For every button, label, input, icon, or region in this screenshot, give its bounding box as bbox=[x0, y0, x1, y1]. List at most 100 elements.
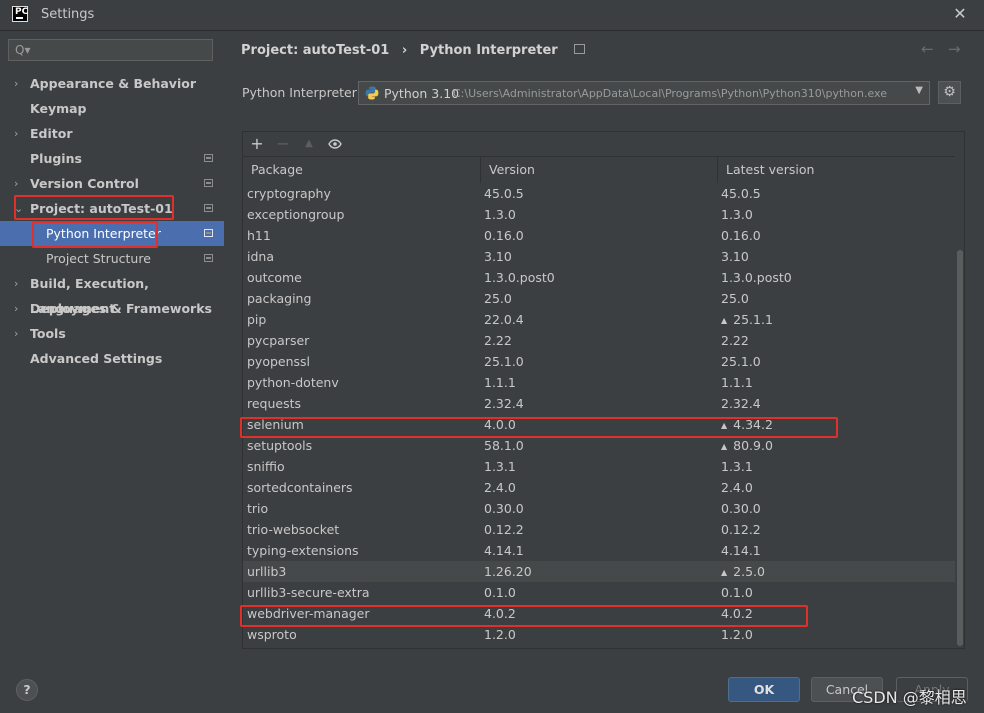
package-name-cell: sniffio bbox=[247, 459, 285, 474]
sidebar-item-label: Editor bbox=[30, 126, 73, 141]
table-row[interactable]: outcome 1.3.0.post0 1.3.0.post0 bbox=[243, 267, 955, 288]
sidebar-item-label: Version Control bbox=[30, 176, 139, 191]
help-button[interactable]: ? bbox=[16, 679, 38, 701]
chevron-right-icon: › bbox=[14, 127, 19, 140]
search-icon: Q▾ bbox=[15, 43, 31, 57]
latest-version-text: 4.0.2 bbox=[721, 606, 753, 621]
table-row[interactable]: urllib3 1.26.20 ▲ 2.5.0 bbox=[243, 561, 955, 582]
table-row[interactable]: pycparser 2.22 2.22 bbox=[243, 330, 955, 351]
version-cell: 4.0.2 bbox=[484, 606, 516, 621]
table-row[interactable]: exceptiongroup 1.3.0 1.3.0 bbox=[243, 204, 955, 225]
table-row[interactable]: urllib3-secure-extra 0.1.0 0.1.0 bbox=[243, 582, 955, 603]
sidebar-item-plugins[interactable]: Plugins bbox=[0, 146, 224, 171]
sidebar-item-python-interpreter[interactable]: Python Interpreter bbox=[0, 221, 224, 246]
chevron-right-icon: › bbox=[14, 277, 19, 290]
sidebar-item-version-control[interactable]: › Version Control bbox=[0, 171, 224, 196]
version-cell: 45.0.5 bbox=[484, 186, 524, 201]
python-logo-icon bbox=[365, 86, 379, 100]
table-row[interactable]: typing-extensions 4.14.1 4.14.1 bbox=[243, 540, 955, 561]
scrollbar-thumb[interactable] bbox=[957, 250, 963, 646]
version-cell: 1.3.0.post0 bbox=[484, 270, 555, 285]
sidebar-item-project[interactable]: ⌄ Project: autoTest-01 bbox=[0, 196, 224, 221]
sidebar-item-project-structure[interactable]: Project Structure bbox=[0, 246, 224, 271]
version-cell: 22.0.4 bbox=[484, 312, 524, 327]
column-header-latest-version[interactable]: Latest version bbox=[718, 157, 955, 183]
close-icon[interactable]: ✕ bbox=[950, 4, 970, 24]
table-header: Package Version Latest version bbox=[243, 156, 955, 184]
column-header-version[interactable]: Version bbox=[481, 157, 718, 183]
latest-version-cell: 1.3.0 bbox=[721, 204, 753, 225]
vertical-scrollbar[interactable] bbox=[956, 183, 964, 648]
latest-version-cell: 4.0.2 bbox=[721, 603, 753, 624]
latest-version-cell: 3.10 bbox=[721, 246, 749, 267]
interpreter-dropdown[interactable]: Python 3.10 C:\Users\Administrator\AppDa… bbox=[358, 81, 930, 105]
table-row[interactable]: pip 22.0.4 ▲ 25.1.1 bbox=[243, 309, 955, 330]
sidebar-item-label: Project Structure bbox=[46, 251, 151, 266]
table-row[interactable]: idna 3.10 3.10 bbox=[243, 246, 955, 267]
package-name-cell: packaging bbox=[247, 291, 312, 306]
project-scope-icon bbox=[204, 154, 213, 162]
table-row[interactable]: cryptography 45.0.5 45.0.5 bbox=[243, 183, 955, 204]
table-row[interactable]: trio 0.30.0 0.30.0 bbox=[243, 498, 955, 519]
table-row[interactable]: sniffio 1.3.1 1.3.1 bbox=[243, 456, 955, 477]
table-row[interactable]: requests 2.32.4 2.32.4 bbox=[243, 393, 955, 414]
latest-version-cell: 45.0.5 bbox=[721, 183, 761, 204]
column-header-package[interactable]: Package bbox=[243, 157, 481, 183]
version-cell: 25.0 bbox=[484, 291, 512, 306]
back-arrow-icon[interactable]: ← bbox=[921, 40, 934, 58]
show-early-releases-eye-icon[interactable] bbox=[325, 134, 345, 154]
ok-button[interactable]: OK bbox=[728, 677, 800, 702]
sidebar-item-label: Languages & Frameworks bbox=[30, 301, 212, 316]
package-name-cell: python-dotenv bbox=[247, 375, 339, 390]
version-cell: 4.14.1 bbox=[484, 543, 524, 558]
table-row[interactable]: selenium 4.0.0 ▲ 4.34.2 bbox=[243, 414, 955, 435]
table-row[interactable]: h11 0.16.0 0.16.0 bbox=[243, 225, 955, 246]
upgrade-package-icon[interactable]: ▲ bbox=[299, 134, 319, 154]
project-scope-icon bbox=[204, 204, 213, 212]
version-cell: 2.32.4 bbox=[484, 396, 524, 411]
package-name-cell: setuptools bbox=[247, 438, 313, 453]
sidebar-item-appearance-behavior[interactable]: › Appearance & Behavior bbox=[0, 71, 224, 96]
version-cell: 3.10 bbox=[484, 249, 512, 264]
table-row[interactable]: packaging 25.0 25.0 bbox=[243, 288, 955, 309]
chevron-down-icon: ▼ bbox=[915, 85, 923, 96]
latest-version-cell: 2.22 bbox=[721, 330, 749, 351]
sidebar-item-tools[interactable]: › Tools bbox=[0, 321, 224, 346]
latest-version-text: 0.1.0 bbox=[721, 585, 753, 600]
package-name-cell: cryptography bbox=[247, 186, 331, 201]
sidebar-item-languages-frameworks[interactable]: › Languages & Frameworks bbox=[0, 296, 224, 321]
sidebar-item-advanced-settings[interactable]: Advanced Settings bbox=[0, 346, 224, 371]
latest-version-text: 1.3.1 bbox=[721, 459, 753, 474]
sidebar-item-editor[interactable]: › Editor bbox=[0, 121, 224, 146]
sidebar-search-input[interactable]: Q▾ bbox=[8, 39, 213, 61]
version-cell: 1.3.0 bbox=[484, 207, 516, 222]
table-row[interactable]: trio-websocket 0.12.2 0.12.2 bbox=[243, 519, 955, 540]
table-row[interactable]: setuptools 58.1.0 ▲ 80.9.0 bbox=[243, 435, 955, 456]
latest-version-text: 25.1.0 bbox=[721, 354, 761, 369]
sidebar-item-build-execution-deployment[interactable]: › Build, Execution, Deployment bbox=[0, 271, 224, 316]
version-cell: 1.1.1 bbox=[484, 375, 516, 390]
version-cell: 1.2.0 bbox=[484, 627, 516, 642]
sidebar-item-label: Project: autoTest-01 bbox=[30, 201, 173, 216]
gear-icon[interactable]: ⚙ bbox=[938, 81, 961, 104]
package-name-cell: trio-websocket bbox=[247, 522, 340, 537]
remove-package-icon[interactable]: − bbox=[273, 134, 293, 154]
sidebar-item-keymap[interactable]: Keymap bbox=[0, 96, 224, 121]
add-package-icon[interactable]: + bbox=[247, 134, 267, 154]
package-name-cell: urllib3 bbox=[247, 564, 287, 579]
latest-version-cell: ▲ 4.34.2 bbox=[721, 414, 773, 437]
latest-version-cell: ▲ 2.5.0 bbox=[721, 561, 765, 584]
packages-table-body: cryptography 45.0.5 45.0.5 exceptiongroup 1.… bbox=[243, 183, 955, 648]
package-name-cell: sortedcontainers bbox=[247, 480, 353, 495]
table-row[interactable]: wsproto 1.2.0 1.2.0 bbox=[243, 624, 955, 645]
forward-arrow-icon[interactable]: → bbox=[948, 40, 961, 58]
package-name-cell: trio bbox=[247, 501, 269, 516]
table-row[interactable]: pyopenssl 25.1.0 25.1.0 bbox=[243, 351, 955, 372]
table-row[interactable]: webdriver-manager 4.0.2 4.0.2 bbox=[243, 603, 955, 624]
breadcrumb-separator: › bbox=[401, 43, 408, 58]
table-row[interactable]: sortedcontainers 2.4.0 2.4.0 bbox=[243, 477, 955, 498]
upgrade-available-icon: ▲ bbox=[721, 421, 728, 430]
table-row[interactable]: python-dotenv 1.1.1 1.1.1 bbox=[243, 372, 955, 393]
latest-version-text: 1.3.0.post0 bbox=[721, 270, 792, 285]
interpreter-name: Python 3.10 bbox=[384, 86, 460, 101]
